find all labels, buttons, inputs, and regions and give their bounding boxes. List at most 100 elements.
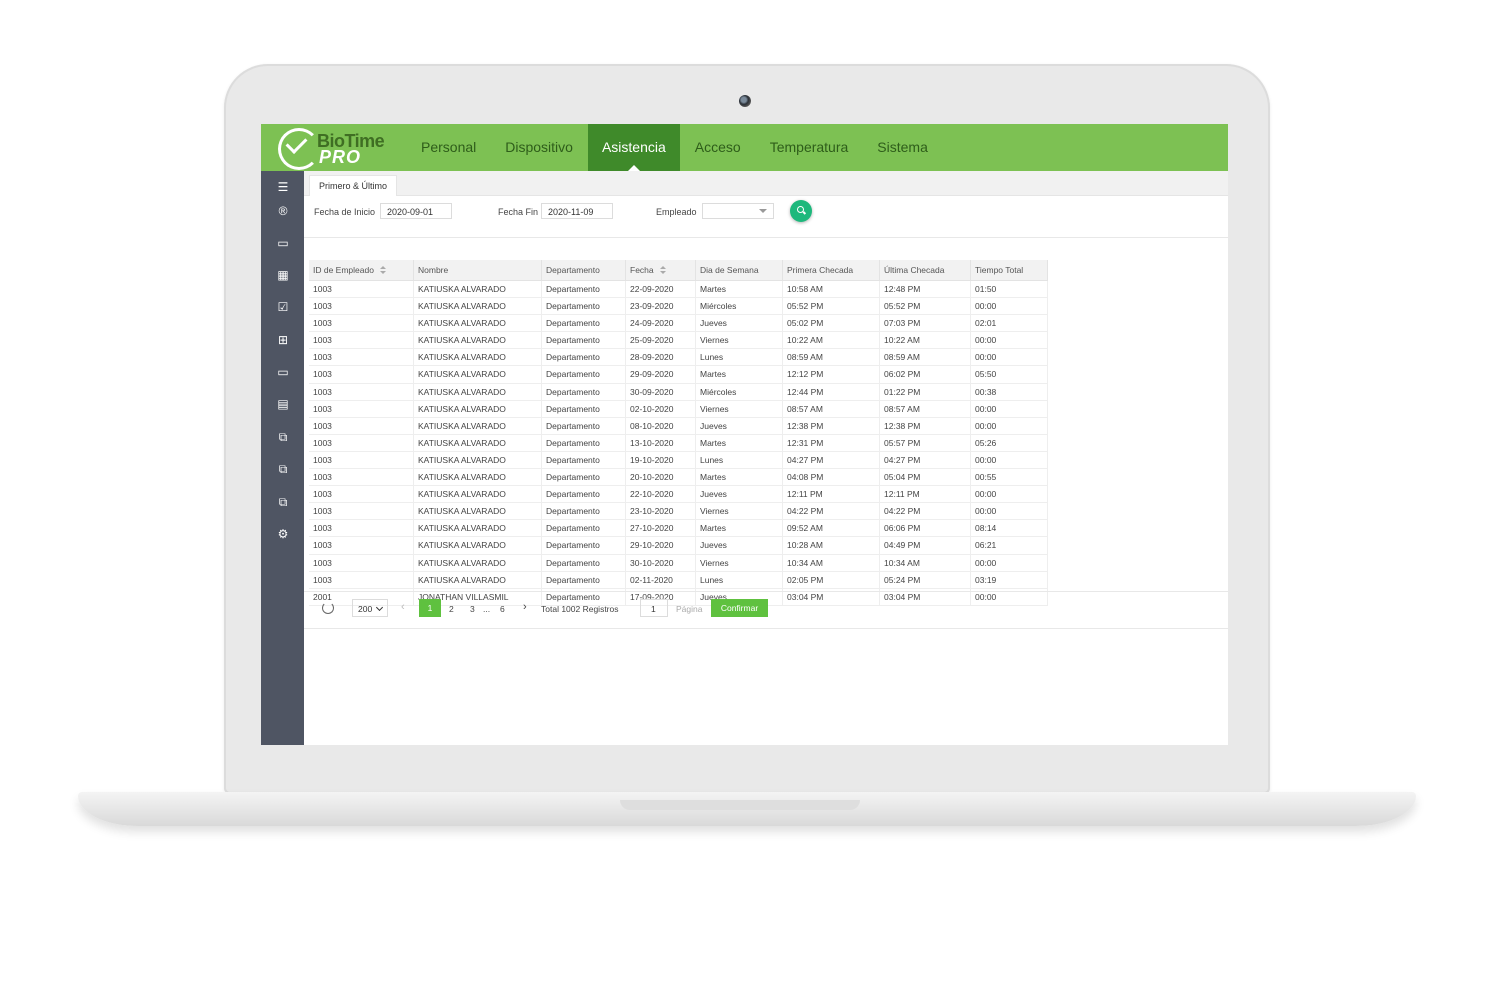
table-cell: Departamento	[542, 486, 626, 503]
app-logo[interactable]: BioTime PRO	[275, 127, 395, 170]
search-button[interactable]	[790, 200, 812, 222]
sort-icon[interactable]	[379, 266, 386, 275]
table-cell: Viernes	[696, 332, 783, 349]
table-row[interactable]: 1003 KATIUSKA ALVARADO Departamento 20-10-2…	[309, 469, 1048, 487]
table-cell: 10:58 AM	[783, 281, 880, 298]
table-cell: 27-10-2020	[626, 520, 696, 537]
table-row[interactable]: 1003 KATIUSKA ALVARADO Departamento 22-10-2…	[309, 486, 1048, 504]
calculator-icon[interactable]: ▤	[275, 396, 291, 412]
list-icon[interactable]: ☰	[275, 179, 291, 195]
table-cell: 05:02 PM	[783, 315, 880, 332]
table-cell: 12:11 PM	[880, 486, 971, 503]
sort-icon[interactable]	[659, 266, 666, 275]
table-row[interactable]: 1003 KATIUSKA ALVARADO Departamento 02-10-2…	[309, 400, 1048, 418]
page-2-button[interactable]: 2	[449, 604, 454, 614]
page-number-input[interactable]: 1	[640, 599, 668, 617]
table-cell: 1003	[309, 400, 414, 417]
column-header-label: Departamento	[546, 265, 600, 275]
table-cell: KATIUSKA ALVARADO	[414, 400, 542, 417]
column-header[interactable]: Departamento	[542, 260, 626, 280]
table-cell: 1003	[309, 281, 414, 298]
table-cell: 10:28 AM	[783, 537, 880, 554]
table-row[interactable]: 1003 KATIUSKA ALVARADO Departamento 29-10-2…	[309, 537, 1048, 555]
page-6-button[interactable]: 6	[500, 604, 505, 614]
table-cell: 1003	[309, 451, 414, 469]
nav-item-sistema[interactable]: Sistema	[863, 124, 942, 171]
table-row[interactable]: 1003 KATIUSKA ALVARADO Departamento 13-10-2…	[309, 434, 1048, 452]
table-cell: 00:00	[971, 332, 1048, 349]
calendar-add-icon[interactable]: ⊞	[275, 332, 291, 348]
table-cell: 30-10-2020	[626, 554, 696, 571]
table-row[interactable]: 1003 KATIUSKA ALVARADO Departamento 27-10-2…	[309, 520, 1048, 538]
table-row[interactable]: 1003 KATIUSKA ALVARADO Departamento 19-10-2…	[309, 451, 1048, 470]
nav-item-personal[interactable]: Personal	[407, 124, 490, 171]
table-row[interactable]: 1003 KATIUSKA ALVARADO Departamento 08-10-2…	[309, 417, 1048, 435]
camera-icon	[739, 95, 751, 107]
table-cell: Miércoles	[696, 383, 783, 400]
column-header-label: Fecha	[630, 265, 654, 275]
table-cell: 00:00	[971, 349, 1048, 366]
start-date-input[interactable]: 2020-09-01	[380, 203, 452, 219]
end-date-input[interactable]: 2020-11-09	[541, 203, 613, 219]
employee-select[interactable]	[702, 203, 774, 219]
table-cell: 02:05 PM	[783, 571, 880, 588]
calendar-grid-icon[interactable]: ▦	[275, 267, 291, 283]
table-cell: Lunes	[696, 349, 783, 366]
table-row[interactable]: 1003 KATIUSKA ALVARADO Departamento 02-11-2…	[309, 571, 1048, 589]
settings-icon[interactable]: ⚙	[275, 526, 291, 542]
tab-first-last[interactable]: Primero & Último	[309, 175, 398, 196]
table-cell: 19-10-2020	[626, 451, 696, 469]
report-icon[interactable]: ⧉	[275, 461, 291, 477]
table-row[interactable]: 1003 KATIUSKA ALVARADO Departamento 25-09-2…	[309, 332, 1048, 350]
table-cell: 08:59 AM	[783, 349, 880, 366]
table-row[interactable]: 1003 KATIUSKA ALVARADO Departamento 23-09-2…	[309, 298, 1048, 316]
table-row[interactable]: 1003 KATIUSKA ALVARADO Departamento 30-10-2…	[309, 554, 1048, 572]
table-cell: 01:50	[971, 281, 1048, 298]
column-header-label: Primera Checada	[787, 265, 854, 275]
table-cell: KATIUSKA ALVARADO	[414, 281, 542, 298]
report-icon[interactable]: ⧉	[275, 494, 291, 510]
attendance-table: ID de Empleado Nombre Departamento Fecha Dia…	[309, 260, 1048, 606]
refresh-icon[interactable]	[322, 602, 334, 614]
checklist-icon[interactable]: ☑	[275, 299, 291, 315]
start-date-label: Fecha de Inicio	[314, 207, 376, 217]
table-cell: Departamento	[542, 571, 626, 588]
column-header[interactable]: Nombre	[414, 260, 542, 280]
table-row[interactable]: 1003 KATIUSKA ALVARADO Departamento 24-09-2…	[309, 315, 1048, 333]
page-1-button[interactable]: 1	[419, 599, 441, 617]
nav-item-asistencia[interactable]: Asistencia	[587, 124, 680, 171]
report-icon[interactable]: ⧉	[275, 429, 291, 445]
registered-icon[interactable]: ®	[275, 203, 291, 219]
table-row[interactable]: 1003 KATIUSKA ALVARADO Departamento 28-09-2…	[309, 349, 1048, 367]
prev-page-icon[interactable]: ‹	[401, 601, 405, 613]
table-cell: 1003	[309, 417, 414, 434]
page-size-select[interactable]: 200	[352, 599, 388, 617]
table-row[interactable]: 1003 KATIUSKA ALVARADO Departamento 29-09-2…	[309, 366, 1048, 384]
column-header[interactable]: Última Checada	[880, 260, 971, 280]
nav-item-acceso[interactable]: Acceso	[681, 124, 755, 171]
table-cell: 02-11-2020	[626, 571, 696, 588]
column-header[interactable]: Primera Checada	[783, 260, 880, 280]
nav-item-temperatura[interactable]: Temperatura	[756, 124, 863, 171]
table-cell: 1003	[309, 554, 414, 571]
column-header[interactable]: Fecha	[626, 260, 696, 280]
calendar-icon[interactable]: ▭	[275, 235, 291, 251]
column-header[interactable]: Dia de Semana	[696, 260, 783, 280]
column-header[interactable]: Tiempo Total	[971, 260, 1048, 280]
next-page-icon[interactable]: ›	[523, 601, 527, 613]
table-cell: 05:52 PM	[880, 298, 971, 315]
table-row[interactable]: 1003 KATIUSKA ALVARADO Departamento 23-10-2…	[309, 503, 1048, 521]
table-cell: 06:02 PM	[880, 366, 971, 383]
confirm-button[interactable]: Confirmar	[711, 599, 768, 617]
table-cell: 12:12 PM	[783, 366, 880, 383]
table-cell: Departamento	[542, 366, 626, 383]
table-row[interactable]: 1003 KATIUSKA ALVARADO Departamento 30-09-2…	[309, 383, 1048, 401]
table-row[interactable]: 1003 KATIUSKA ALVARADO Departamento 22-09-2…	[309, 281, 1048, 299]
column-header[interactable]: ID de Empleado	[309, 260, 414, 280]
table-cell: 22-09-2020	[626, 281, 696, 298]
nav-item-dispositivo[interactable]: Dispositivo	[491, 124, 587, 171]
table-cell: Departamento	[542, 469, 626, 486]
table-cell: KATIUSKA ALVARADO	[414, 503, 542, 520]
calendar-icon[interactable]: ▭	[275, 364, 291, 380]
page-3-button[interactable]: 3	[470, 604, 475, 614]
